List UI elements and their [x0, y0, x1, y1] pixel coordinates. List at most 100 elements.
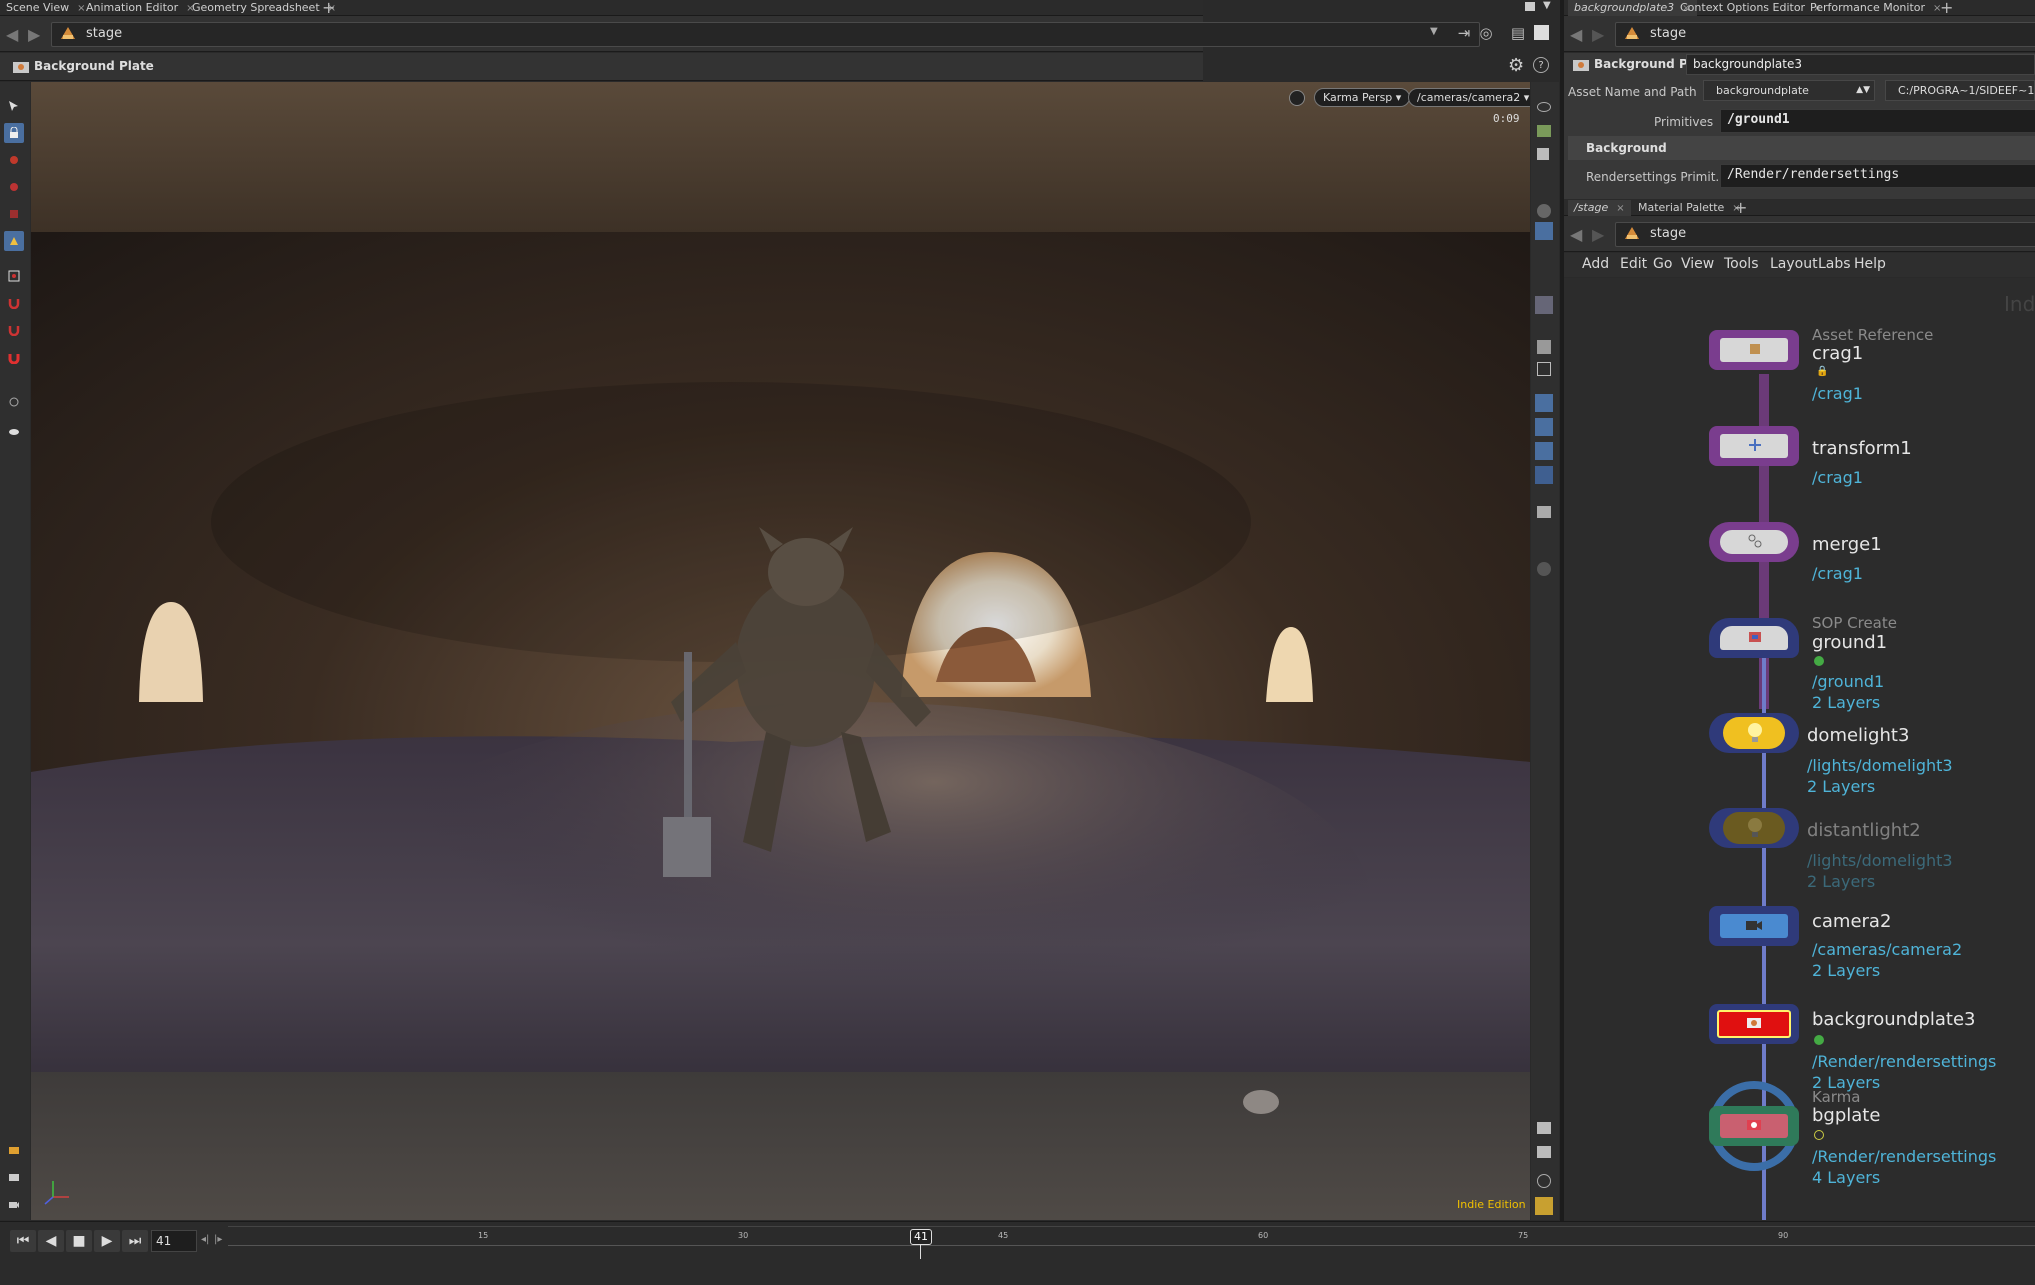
- renderer-menu[interactable]: Karma Persp ▾: [1314, 88, 1411, 107]
- node-path[interactable]: /crag1: [1812, 468, 1863, 487]
- camera-icon[interactable]: [4, 1194, 24, 1214]
- menu-view[interactable]: View: [1681, 256, 1714, 272]
- screenshot-icon[interactable]: [1537, 1146, 1551, 1158]
- tab-scene-view[interactable]: Scene View ×: [0, 0, 92, 16]
- param-path-field[interactable]: stage: [1615, 22, 2035, 47]
- path-dropdown-icon[interactable]: ▼: [1430, 22, 1444, 42]
- grid-snap-icon[interactable]: [4, 392, 24, 412]
- eye-icon[interactable]: [1537, 102, 1551, 112]
- node-crag1[interactable]: [1709, 330, 1799, 370]
- node-distantlight2[interactable]: [1709, 808, 1799, 848]
- camera-view-icon[interactable]: [1535, 296, 1553, 314]
- maximize-icon[interactable]: [1525, 2, 1535, 11]
- add-tab-icon[interactable]: +: [322, 0, 335, 17]
- close-icon[interactable]: ×: [1616, 203, 1624, 214]
- node-camera2[interactable]: [1709, 906, 1799, 946]
- network-path-field[interactable]: stage: [1615, 222, 2035, 247]
- back-arrow-icon[interactable]: ◀: [1570, 25, 1582, 44]
- menu-add[interactable]: Add: [1582, 256, 1609, 272]
- add-tab-icon[interactable]: +: [1940, 0, 1953, 17]
- menu-help[interactable]: Help: [1854, 256, 1886, 272]
- snapshot-icon[interactable]: [1537, 506, 1551, 518]
- light-icon[interactable]: [1535, 394, 1553, 412]
- node-path[interactable]: /crag1: [1812, 384, 1863, 403]
- tab-geometry-spreadsheet[interactable]: Geometry Spreadsheet ×: [186, 0, 342, 16]
- step-back-icon[interactable]: ◂|: [201, 1234, 209, 1245]
- select-tool-icon[interactable]: [4, 96, 24, 116]
- path-field[interactable]: stage: [51, 22, 1480, 47]
- step-forward-icon[interactable]: |▸: [214, 1234, 222, 1245]
- high-quality-light-icon[interactable]: [1535, 466, 1553, 484]
- magnet-red-icon[interactable]: [4, 348, 24, 368]
- wire-shaded-icon[interactable]: [1535, 222, 1553, 240]
- info-icon[interactable]: [1537, 1174, 1551, 1188]
- chevron-down-icon[interactable]: ▼: [1543, 0, 1551, 11]
- gear-icon[interactable]: ⚙: [1508, 55, 1524, 76]
- rotate-tool-icon[interactable]: [4, 177, 24, 197]
- sphere-icon[interactable]: [1537, 204, 1551, 218]
- flipbook-icon[interactable]: [4, 1167, 24, 1187]
- tab-stage[interactable]: /stage ×: [1568, 200, 1631, 216]
- tab-material-palette[interactable]: Material Palette ×: [1632, 200, 1747, 216]
- rendersettings-field[interactable]: /Render/rendersettings: [1720, 164, 2035, 188]
- move-tool-icon[interactable]: [4, 150, 24, 170]
- shadow-icon[interactable]: [1535, 418, 1553, 436]
- viewport[interactable]: Karma Persp ▾ /cameras/camera2 ▾ 0:09 In…: [31, 82, 1530, 1220]
- forward-arrow-icon[interactable]: ▶: [1592, 225, 1604, 244]
- menu-go[interactable]: Go: [1653, 256, 1672, 272]
- handle-tool-icon[interactable]: [4, 266, 24, 286]
- jump-start-button[interactable]: ⏮: [10, 1230, 36, 1252]
- node-path[interactable]: /lights/domelight3: [1807, 851, 1953, 870]
- headlight-icon[interactable]: [1535, 442, 1553, 460]
- background-section-header[interactable]: Background: [1568, 136, 2035, 160]
- node-ground1[interactable]: [1709, 618, 1799, 658]
- add-tab-icon[interactable]: +: [1734, 198, 1747, 217]
- menu-edit[interactable]: Edit: [1620, 256, 1647, 272]
- node-path[interactable]: /Render/rendersettings: [1812, 1052, 1996, 1071]
- current-frame-field[interactable]: 41: [151, 1230, 197, 1252]
- menu-tools[interactable]: Tools: [1724, 256, 1759, 272]
- node-domelight3[interactable]: [1709, 713, 1799, 753]
- scale-tool-icon[interactable]: [4, 204, 24, 224]
- tab-performance-monitor[interactable]: Performance Monitor ×: [1804, 0, 1947, 16]
- node-path[interactable]: /ground1: [1812, 672, 1884, 691]
- menu-labs[interactable]: Labs: [1818, 256, 1851, 272]
- node-backgroundplate3[interactable]: [1709, 1004, 1799, 1044]
- ghost-icon[interactable]: [1537, 340, 1551, 354]
- back-arrow-icon[interactable]: ◀: [6, 25, 18, 44]
- tab-animation-editor[interactable]: Animation Editor ×: [80, 0, 201, 16]
- pin-icon[interactable]: ⇥: [1454, 23, 1474, 43]
- teapot-icon[interactable]: [4, 420, 24, 440]
- asset-name-select[interactable]: backgroundplate ▲▼: [1703, 80, 1875, 101]
- play-button[interactable]: ▶: [94, 1230, 120, 1252]
- menu-layout[interactable]: Layout: [1770, 256, 1818, 272]
- primitives-field[interactable]: /ground1: [1720, 109, 2035, 133]
- forward-arrow-icon[interactable]: ▶: [28, 25, 40, 44]
- forward-arrow-icon[interactable]: ▶: [1592, 25, 1604, 44]
- node-merge1[interactable]: [1709, 522, 1799, 562]
- node-path[interactable]: /lights/domelight3: [1807, 756, 1953, 775]
- help-icon[interactable]: ?: [1533, 57, 1549, 73]
- flipbook-right-icon[interactable]: [1537, 1122, 1551, 1134]
- render-region-icon[interactable]: [4, 1140, 24, 1160]
- network-editor[interactable]: Indi Asset Reference crag1 🔒 /crag1 tran…: [1564, 278, 2035, 1220]
- background-icon[interactable]: [1537, 562, 1551, 576]
- layout-icon[interactable]: [1535, 1197, 1553, 1215]
- asset-path-field[interactable]: C:/PROGRA~1/SIDEEF~1/HO: [1885, 80, 2035, 101]
- display-options-icon[interactable]: [1537, 125, 1551, 137]
- play-reverse-button[interactable]: ◀: [38, 1230, 64, 1252]
- frame-ruler[interactable]: 15 30 45 60 75 90 41: [228, 1226, 2035, 1260]
- stop-button[interactable]: ■: [66, 1230, 92, 1252]
- node-name-field[interactable]: backgroundplate3: [1686, 54, 2035, 75]
- fullscreen-icon[interactable]: [1537, 362, 1551, 376]
- node-path[interactable]: /crag1: [1812, 564, 1863, 583]
- camera-menu[interactable]: /cameras/camera2 ▾: [1408, 88, 1530, 107]
- viewport-lock-icon[interactable]: [1289, 90, 1305, 106]
- node-transform1[interactable]: [1709, 426, 1799, 466]
- lock-tool-icon[interactable]: [4, 123, 24, 143]
- view-mode-icon[interactable]: [1534, 25, 1549, 40]
- node-path[interactable]: /Render/rendersettings: [1812, 1147, 1996, 1166]
- magnet-icon[interactable]: [4, 293, 24, 313]
- node-bgplate[interactable]: [1709, 1106, 1799, 1146]
- playhead[interactable]: 41: [910, 1229, 932, 1245]
